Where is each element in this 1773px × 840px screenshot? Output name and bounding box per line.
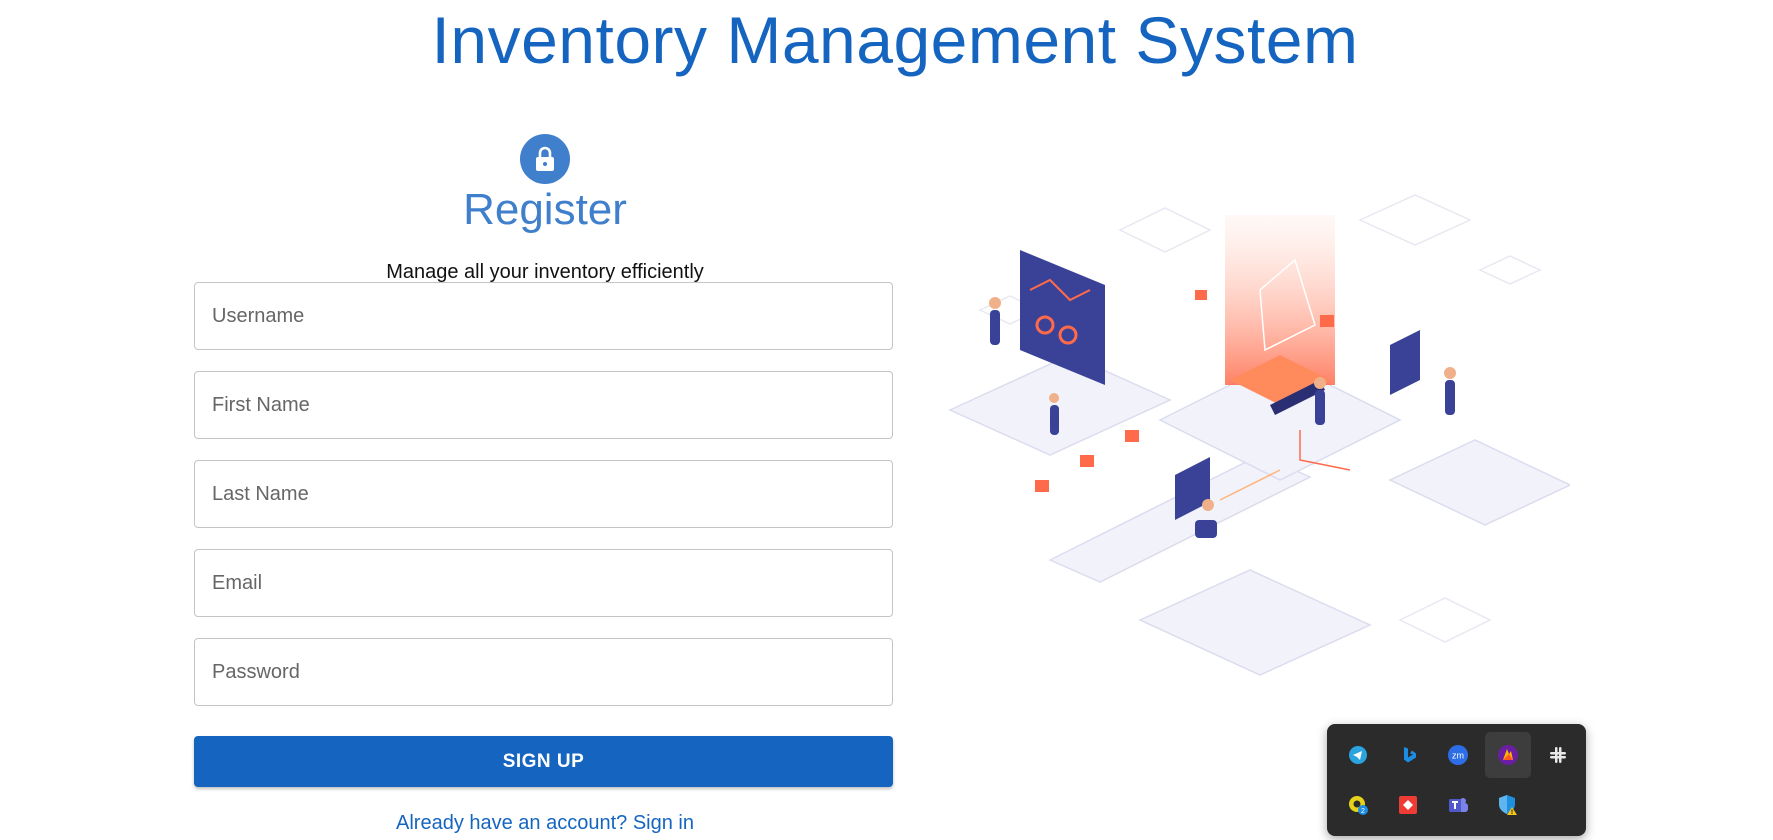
first-name-input[interactable]: [195, 372, 892, 438]
register-title: Register: [463, 185, 627, 234]
system-tray-flyout: zm 2: [1327, 724, 1586, 836]
email-input[interactable]: [195, 550, 892, 616]
first-name-field[interactable]: [194, 371, 893, 439]
email-field[interactable]: [194, 549, 893, 617]
sign-in-link[interactable]: Already have an account? Sign in: [345, 810, 745, 836]
last-name-input[interactable]: [195, 461, 892, 527]
sign-up-button[interactable]: SIGN UP: [194, 736, 893, 787]
teams-icon[interactable]: [1435, 782, 1481, 828]
firebase-icon[interactable]: [1485, 732, 1531, 778]
last-name-field[interactable]: [194, 460, 893, 528]
lock-icon: [536, 146, 554, 171]
slack-icon[interactable]: [1535, 732, 1581, 778]
svg-text:2: 2: [1361, 808, 1365, 815]
inventory-illustration: [948, 194, 1570, 676]
lock-avatar: [520, 134, 570, 184]
windows-security-icon[interactable]: [1485, 782, 1531, 828]
zoom-icon[interactable]: zm: [1435, 732, 1481, 778]
username-input[interactable]: [195, 283, 892, 349]
app-title: Inventory Management System: [431, 3, 1359, 77]
password-input[interactable]: [195, 639, 892, 705]
bing-icon[interactable]: [1385, 732, 1431, 778]
password-field[interactable]: [194, 638, 893, 706]
svg-text:zm: zm: [1452, 751, 1464, 761]
anydesk-icon[interactable]: [1385, 782, 1431, 828]
telegram-icon[interactable]: [1335, 732, 1381, 778]
username-field[interactable]: [194, 282, 893, 350]
greenshot-icon[interactable]: 2: [1335, 782, 1381, 828]
